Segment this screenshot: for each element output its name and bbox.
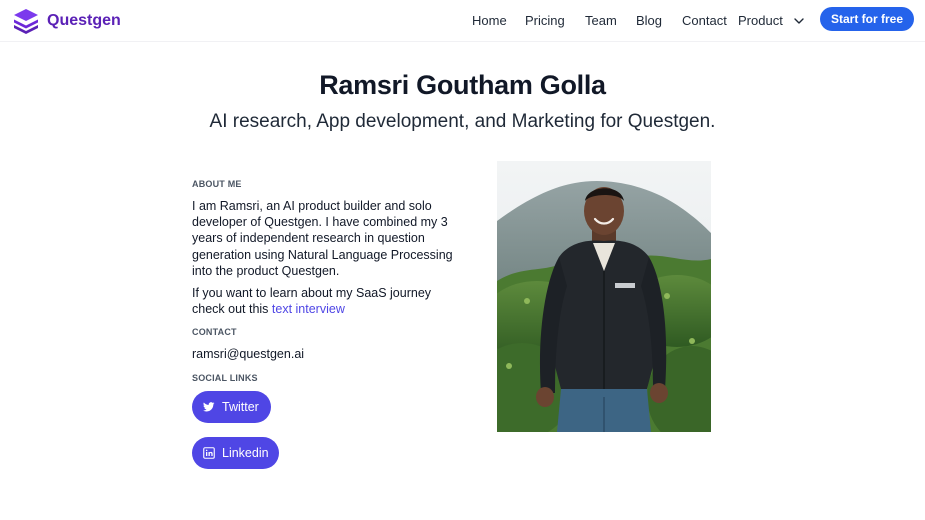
twitter-button[interactable]: Twitter (192, 391, 271, 423)
contact-label: CONTACT (192, 327, 237, 338)
linkedin-button[interactable]: Linkedin (192, 437, 279, 469)
linkedin-button-label: Linkedin (222, 446, 269, 460)
contact-email: ramsri@questgen.ai (192, 347, 305, 362)
nav-link-blog[interactable]: Blog (636, 13, 662, 28)
about-section: ABOUT ME I am Ramsri, an AI product buil… (192, 178, 460, 384)
navbar: Questgen Home Pricing Team Blog Contact … (0, 0, 925, 42)
page-title: Ramsri Goutham Golla (319, 70, 606, 100)
twitter-button-label: Twitter (222, 400, 259, 414)
brand-name: Questgen (47, 12, 121, 29)
nav-link-home[interactable]: Home (472, 13, 507, 28)
interview-paragraph: If you want to learn about my SaaS journ… (192, 285, 460, 317)
about-paragraph: I am Ramsri, an AI product builder and s… (192, 199, 453, 278)
nav-product-label: Product (738, 13, 783, 28)
chevron-down-icon (794, 17, 804, 24)
questgen-logo-icon (14, 9, 38, 34)
nav-product-dropdown[interactable]: Product (738, 13, 805, 28)
profile-photo (497, 161, 711, 432)
brand-home-link[interactable]: Questgen (13, 8, 121, 34)
start-for-free-button[interactable]: Start for free (820, 7, 914, 31)
about-me-label: ABOUT ME (192, 179, 242, 189)
text-interview-link[interactable]: text interview (272, 302, 345, 316)
social-links-label: SOCIAL LINKS (192, 373, 258, 384)
linkedin-icon (203, 447, 215, 459)
nav-link-contact[interactable]: Contact (682, 13, 727, 28)
twitter-icon (203, 402, 215, 412)
page-subtitle: AI research, App development, and Market… (209, 111, 716, 132)
nav-link-pricing[interactable]: Pricing (525, 13, 565, 28)
nav-link-team[interactable]: Team (585, 13, 617, 28)
